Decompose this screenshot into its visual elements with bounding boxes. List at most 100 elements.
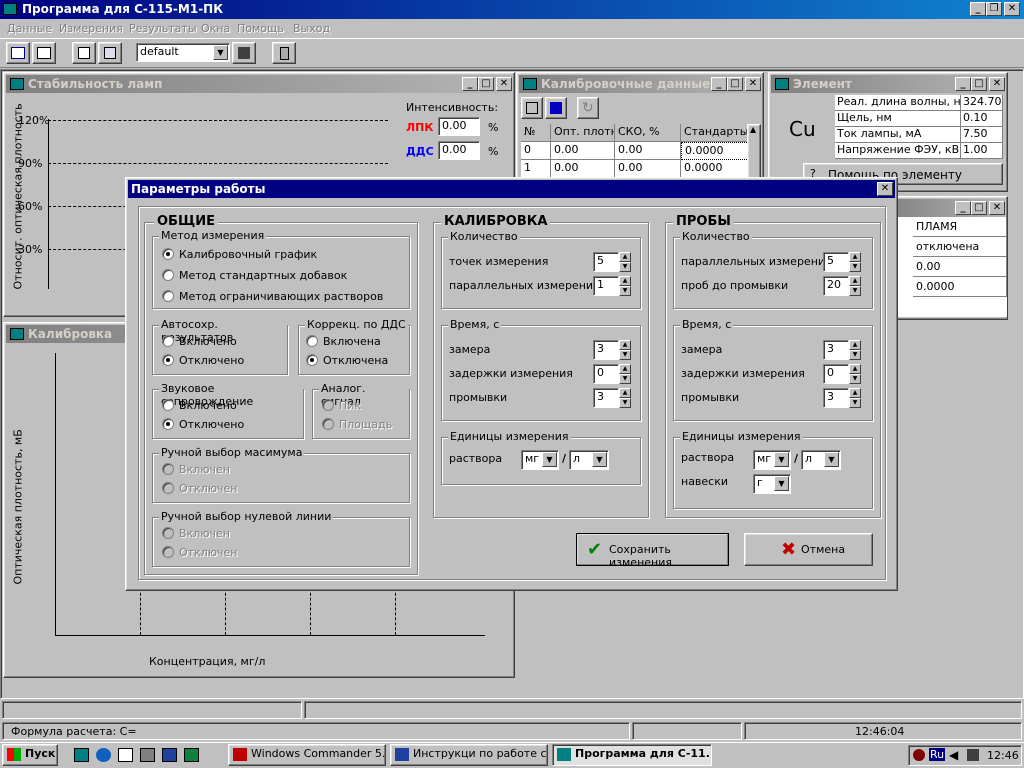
chevron-down-icon[interactable]: ▼ bbox=[592, 452, 607, 467]
col-header[interactable]: СКО, % bbox=[615, 124, 681, 142]
maximize-icon[interactable]: □ bbox=[727, 77, 743, 91]
tray-icon[interactable] bbox=[967, 749, 979, 761]
app-title-bar[interactable]: Программа для С-115-М1-ПК _ ❐ ✕ bbox=[0, 0, 1024, 19]
maximize-icon[interactable]: □ bbox=[971, 77, 987, 91]
notepad-icon[interactable] bbox=[118, 748, 133, 762]
dds-corr-off-label[interactable]: Отключена bbox=[323, 354, 388, 367]
chevron-down-icon[interactable]: ▼ bbox=[213, 45, 228, 60]
chevron-down-icon[interactable]: ▼ bbox=[774, 476, 789, 491]
menu-data[interactable]: Данные bbox=[7, 22, 52, 35]
calib-delay-field[interactable]: 0 bbox=[593, 364, 619, 384]
method-additions-radio[interactable] bbox=[162, 269, 174, 281]
minimize-icon[interactable]: _ bbox=[711, 77, 727, 91]
table-cell[interactable]: 0 bbox=[521, 142, 551, 160]
samples-wash-field[interactable]: 3 bbox=[823, 388, 849, 408]
samples-measure-field[interactable]: 3 bbox=[823, 340, 849, 360]
chevron-down-icon[interactable]: ▼ bbox=[824, 452, 839, 467]
word-icon[interactable] bbox=[162, 748, 177, 762]
calib-unit-mass-select[interactable]: мг ▼ bbox=[521, 450, 559, 470]
close-icon[interactable]: ✕ bbox=[745, 77, 761, 91]
sound-on-radio[interactable] bbox=[162, 399, 174, 411]
dialog-title-bar[interactable]: Параметры работы ✕ bbox=[128, 180, 895, 198]
grid-tool-button[interactable] bbox=[521, 97, 543, 119]
table-cell[interactable]: 0.0000 bbox=[681, 160, 749, 178]
calib-wash-field[interactable]: 3 bbox=[593, 388, 619, 408]
close-icon[interactable]: ✕ bbox=[989, 77, 1005, 91]
samples-delay-spinner[interactable]: ▲ ▼ bbox=[849, 364, 861, 384]
samples-measure-spinner[interactable]: ▲ ▼ bbox=[849, 340, 861, 360]
refresh-button[interactable]: ↻ bbox=[577, 97, 599, 119]
start-button[interactable]: Пуск bbox=[2, 744, 58, 766]
table-cell[interactable]: 0.00 bbox=[551, 142, 615, 160]
save-profile-button[interactable] bbox=[232, 42, 256, 64]
speaker-icon[interactable]: ◀ bbox=[949, 748, 958, 762]
method-bounding-radio[interactable] bbox=[162, 290, 174, 302]
task-windows-commander[interactable]: Windows Commander 5.0 bbox=[228, 744, 386, 766]
samples-before-wash-spinner[interactable]: ▲ ▼ bbox=[849, 276, 861, 296]
prop-value[interactable]: 324.70 bbox=[961, 95, 1003, 111]
excel-icon[interactable] bbox=[184, 748, 199, 762]
samples-parallel-field[interactable]: 5 bbox=[823, 252, 849, 272]
calib-points-field[interactable]: 5 bbox=[593, 252, 619, 272]
method-additions-label[interactable]: Метод стандартных добавок bbox=[179, 269, 347, 282]
samples-wash-spinner[interactable]: ▲ ▼ bbox=[849, 388, 861, 408]
method-calibration-radio[interactable] bbox=[162, 248, 174, 260]
samples-delay-field[interactable]: 0 bbox=[823, 364, 849, 384]
browser-icon[interactable] bbox=[96, 748, 111, 762]
dds-corr-on-label[interactable]: Включена bbox=[323, 335, 381, 348]
calib-delay-spinner[interactable]: ▲ ▼ bbox=[619, 364, 631, 384]
minimize-icon[interactable]: _ bbox=[970, 2, 986, 16]
sound-off-label[interactable]: Отключено bbox=[179, 418, 244, 431]
edit-tool-button[interactable] bbox=[32, 42, 56, 64]
col-header[interactable]: Опт. плотн. bbox=[551, 124, 615, 142]
minimize-icon[interactable]: _ bbox=[955, 201, 971, 215]
minimize-icon[interactable]: _ bbox=[955, 77, 971, 91]
chevron-down-icon[interactable]: ▼ bbox=[542, 452, 557, 467]
dds-corr-on-radio[interactable] bbox=[306, 335, 318, 347]
col-header[interactable]: Стандарты bbox=[681, 124, 749, 142]
dds-corr-off-radio[interactable] bbox=[306, 354, 318, 366]
calculator-button[interactable] bbox=[272, 42, 296, 64]
tray-icon[interactable] bbox=[913, 749, 925, 761]
stability-title-bar[interactable]: Стабильность ламп _ □ ✕ bbox=[6, 75, 512, 93]
calib-parallel-field[interactable]: 1 bbox=[593, 276, 619, 296]
prop-value[interactable]: 7.50 bbox=[961, 127, 1003, 143]
autosave-on-radio[interactable] bbox=[162, 335, 174, 347]
menu-measurements[interactable]: Измерения bbox=[59, 22, 123, 35]
method-bounding-label[interactable]: Метод ограничивающих растворов bbox=[179, 290, 383, 303]
lpk-field[interactable]: 0.00 bbox=[438, 117, 480, 136]
samples-parallel-spinner[interactable]: ▲ ▼ bbox=[849, 252, 861, 272]
minimize-icon[interactable]: _ bbox=[462, 77, 478, 91]
table-cell[interactable]: 0.0000 bbox=[681, 142, 749, 160]
calib-measure-spinner[interactable]: ▲ ▼ bbox=[619, 340, 631, 360]
table-tool-button[interactable] bbox=[98, 42, 122, 64]
dds-field[interactable]: 0.00 bbox=[438, 141, 480, 160]
calib-unit-volume-select[interactable]: л ▼ bbox=[569, 450, 609, 470]
samples-unit-sample-select[interactable]: г ▼ bbox=[753, 474, 791, 494]
autosave-off-radio[interactable] bbox=[162, 354, 174, 366]
maximize-icon[interactable]: □ bbox=[971, 201, 987, 215]
chart-tool-button[interactable] bbox=[6, 42, 30, 64]
language-indicator[interactable]: Ru bbox=[929, 748, 946, 761]
close-icon[interactable]: ✕ bbox=[989, 201, 1005, 215]
menu-results[interactable]: Результаты bbox=[129, 22, 197, 35]
table-cell[interactable]: 0.00 bbox=[615, 142, 681, 160]
chevron-down-icon[interactable]: ▼ bbox=[774, 452, 789, 467]
add-standard-button[interactable] bbox=[545, 97, 567, 119]
restore-icon[interactable]: ❐ bbox=[986, 2, 1002, 16]
desktop-icon[interactable] bbox=[74, 748, 89, 762]
calib-points-spinner[interactable]: ▲ ▼ bbox=[619, 252, 631, 272]
samples-unit-volume-select[interactable]: л ▼ bbox=[801, 450, 841, 470]
cancel-button[interactable]: ✖ Отмена bbox=[744, 533, 873, 566]
maximize-icon[interactable]: □ bbox=[478, 77, 494, 91]
autosave-off-label[interactable]: Отключено bbox=[179, 354, 244, 367]
menu-exit[interactable]: Выход bbox=[293, 22, 330, 35]
task-program[interactable]: Программа для С-11... bbox=[552, 744, 712, 766]
menu-help[interactable]: Помощь bbox=[237, 22, 284, 35]
right-panel-title-bar[interactable]: _ □ ✕ bbox=[883, 199, 1005, 217]
col-header[interactable]: № bbox=[521, 124, 551, 142]
profile-combo[interactable]: default ▼ bbox=[136, 43, 230, 62]
calib-data-title-bar[interactable]: Калибровочные данные _ □ ✕ bbox=[519, 75, 761, 93]
prop-value[interactable]: 0.10 bbox=[961, 111, 1003, 127]
save-button[interactable]: ✔ Сохранить изменения bbox=[576, 533, 729, 569]
